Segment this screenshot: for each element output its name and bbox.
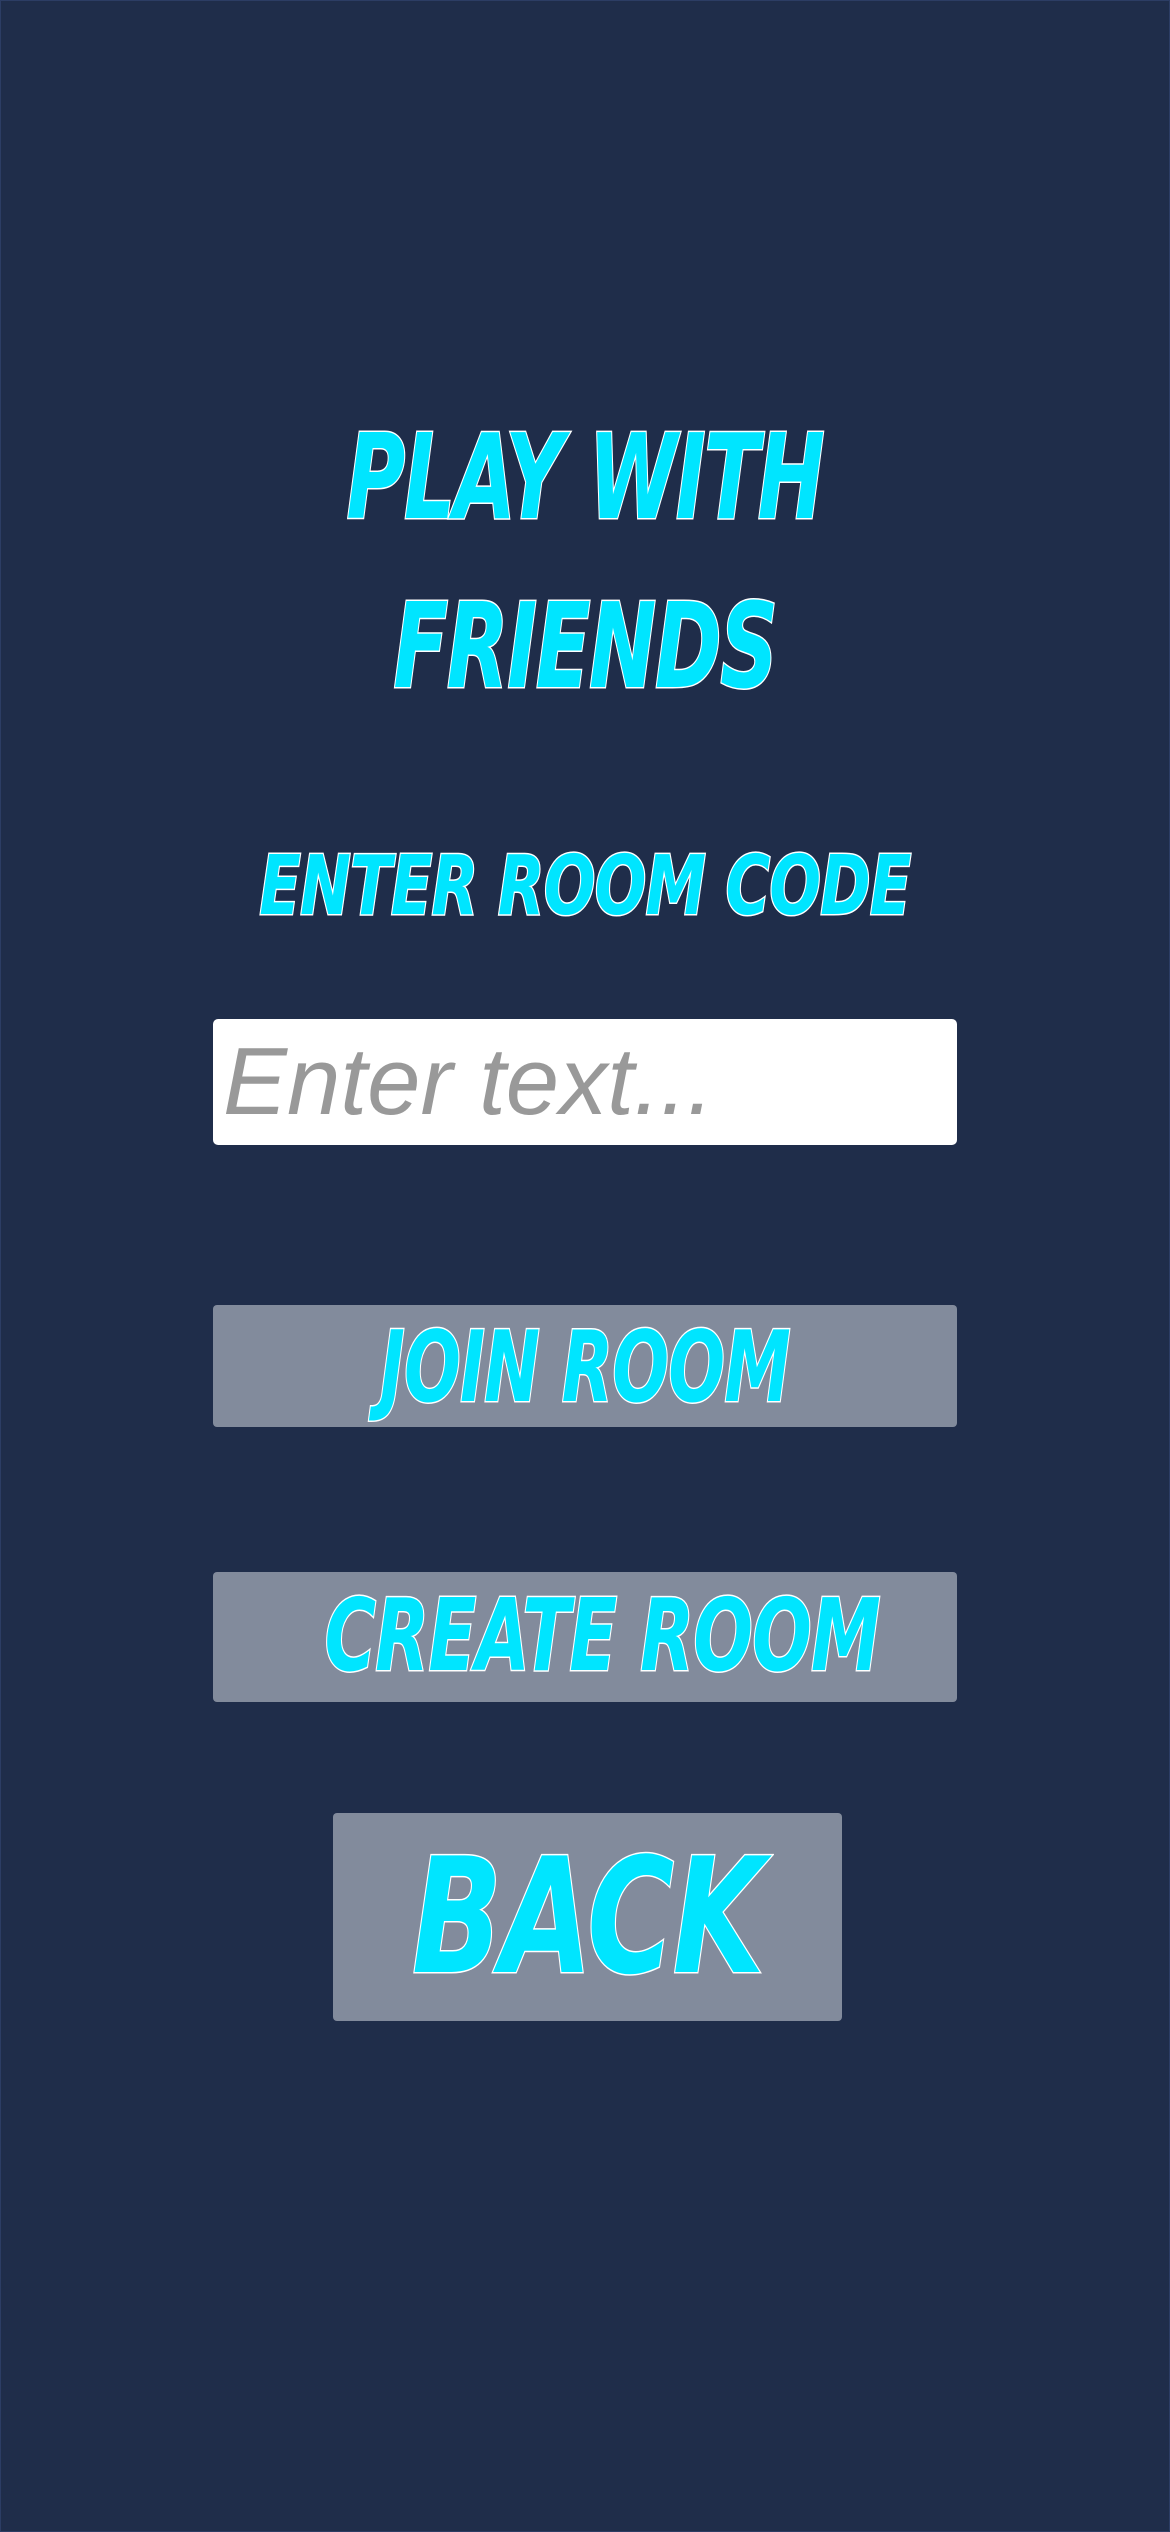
room-code-input[interactable] (213, 1019, 957, 1145)
screen-border (0, 0, 1170, 2532)
page-title-line-2: Friends (392, 577, 779, 715)
join-room-label: Join Room (379, 1311, 792, 1425)
page-title-line-1: Play With (346, 408, 826, 546)
create-room-button[interactable]: Create Room (213, 1572, 957, 1702)
join-room-button[interactable]: Join Room (213, 1305, 957, 1427)
enter-room-code-label: Enter Room Code (258, 839, 912, 934)
create-room-label: Create Room (324, 1577, 882, 1694)
back-button[interactable]: Back (333, 1813, 842, 2021)
back-label: Back (411, 1823, 766, 2010)
